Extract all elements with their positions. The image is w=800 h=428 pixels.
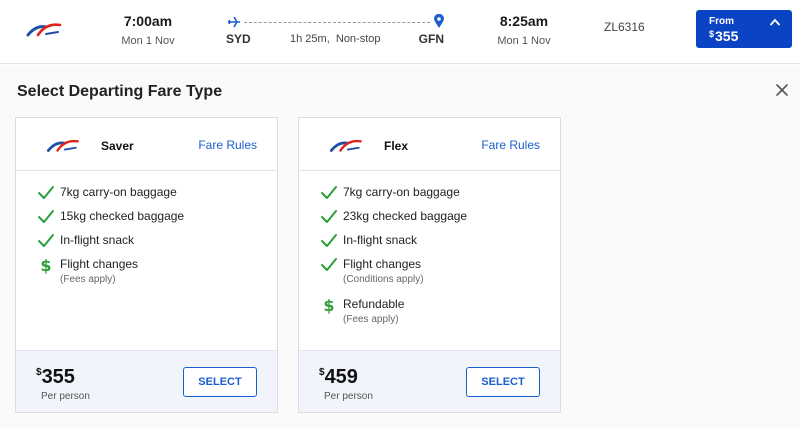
location-pin-icon xyxy=(434,14,444,28)
check-icon xyxy=(321,258,337,271)
feature-text: Refundable xyxy=(343,297,405,311)
list-item: 23kg checked baggage xyxy=(299,208,560,232)
fare-rules-link[interactable]: Fare Rules xyxy=(198,138,257,152)
fare-price: $459 xyxy=(319,366,358,389)
select-saver-button[interactable]: SELECT xyxy=(183,367,257,397)
select-flex-button[interactable]: SELECT xyxy=(466,367,540,397)
route-dashed-line xyxy=(244,22,430,23)
list-item: $ Refundable (Fees apply) xyxy=(299,296,560,336)
dollar-icon: $ xyxy=(323,296,334,314)
fare-card-header: Flex Fare Rules xyxy=(299,118,560,171)
fare-card-footer: $355 Per person SELECT xyxy=(16,350,277,412)
feature-text: Flight changes xyxy=(343,257,422,271)
check-icon xyxy=(321,186,337,199)
rex-logo-icon xyxy=(46,139,79,152)
route-line: SYD 1h 25m, Non-stop GFN xyxy=(222,12,452,52)
plane-icon xyxy=(228,16,240,28)
per-person-label: Per person xyxy=(324,391,373,402)
flight-number: ZL6316 xyxy=(604,20,645,34)
price-currency: $ xyxy=(319,367,325,378)
check-icon xyxy=(321,210,337,223)
fare-name: Flex xyxy=(384,139,409,153)
dollar-icon: $ xyxy=(40,256,51,274)
from-price: $355 xyxy=(709,28,738,44)
per-person-label: Per person xyxy=(41,391,90,402)
destination-code: GFN xyxy=(418,32,444,46)
price-value: 459 xyxy=(324,366,358,388)
svg-text:$: $ xyxy=(40,256,51,274)
fare-card-footer: $459 Per person SELECT xyxy=(299,350,560,412)
feature-text: Flight changes xyxy=(60,257,139,271)
fare-card-flex: Flex Fare Rules 7kg carry-on baggage 23k… xyxy=(298,117,561,413)
fare-type-panel: Select Departing Fare Type Saver Fare Ru… xyxy=(0,65,800,428)
feature-text: 15kg checked baggage xyxy=(60,209,185,223)
feature-text: In-flight snack xyxy=(343,233,418,247)
stops: Non-stop xyxy=(335,33,381,45)
check-icon xyxy=(321,234,337,247)
departure-time: 7:00am xyxy=(123,13,173,29)
departure-date: Mon 1 Nov xyxy=(121,35,175,47)
arrival-date: Mon 1 Nov xyxy=(497,35,551,47)
fare-price: $355 xyxy=(36,366,75,389)
check-icon xyxy=(38,234,54,247)
feature-text: 7kg carry-on baggage xyxy=(60,185,177,199)
fare-features-list: 7kg carry-on baggage 23kg checked baggag… xyxy=(299,184,560,336)
flight-summary-row[interactable]: 7:00am Mon 1 Nov SYD 1h 25m, Non-stop GF… xyxy=(0,0,800,64)
origin-code: SYD xyxy=(226,32,251,46)
fare-features-list: 7kg carry-on baggage 15kg checked baggag… xyxy=(16,184,277,296)
feature-text: 7kg carry-on baggage xyxy=(343,185,460,199)
close-icon[interactable] xyxy=(774,82,790,98)
svg-text:$: $ xyxy=(323,296,334,314)
arrival-block: 8:25am Mon 1 Nov xyxy=(484,13,564,47)
chevron-up-icon xyxy=(770,18,780,26)
feature-note: (Fees apply) xyxy=(343,314,399,325)
fare-card-header: Saver Fare Rules xyxy=(16,118,277,171)
duration: 1h 25m, xyxy=(290,33,330,45)
duration-info: 1h 25m, Non-stop xyxy=(290,33,381,45)
check-icon xyxy=(38,186,54,199)
feature-text: In-flight snack xyxy=(60,233,135,247)
feature-note: (Fees apply) xyxy=(60,274,116,285)
rex-logo-icon xyxy=(26,23,62,37)
fare-card-saver: Saver Fare Rules 7kg carry-on baggage 15… xyxy=(15,117,278,413)
from-currency: $ xyxy=(709,29,715,39)
panel-title: Select Departing Fare Type xyxy=(17,83,223,100)
from-label: From xyxy=(709,16,734,27)
from-price-value: 355 xyxy=(715,28,739,44)
fare-name: Saver xyxy=(101,139,134,153)
price-currency: $ xyxy=(36,367,42,378)
list-item: Flight changes (Conditions apply) xyxy=(299,256,560,296)
list-item: 15kg checked baggage xyxy=(16,208,277,232)
check-icon xyxy=(38,210,54,223)
list-item: 7kg carry-on baggage xyxy=(299,184,560,208)
from-price-toggle-button[interactable]: From $355 xyxy=(696,10,792,48)
departure-block: 7:00am Mon 1 Nov xyxy=(108,13,188,47)
arrival-time: 8:25am xyxy=(499,13,549,29)
list-item: 7kg carry-on baggage xyxy=(16,184,277,208)
fare-rules-link[interactable]: Fare Rules xyxy=(481,138,540,152)
list-item: In-flight snack xyxy=(299,232,560,256)
feature-note: (Conditions apply) xyxy=(343,274,424,285)
rex-logo-icon xyxy=(329,139,362,152)
list-item: $ Flight changes (Fees apply) xyxy=(16,256,277,296)
feature-text: 23kg checked baggage xyxy=(343,209,468,223)
price-value: 355 xyxy=(41,366,75,388)
list-item: In-flight snack xyxy=(16,232,277,256)
